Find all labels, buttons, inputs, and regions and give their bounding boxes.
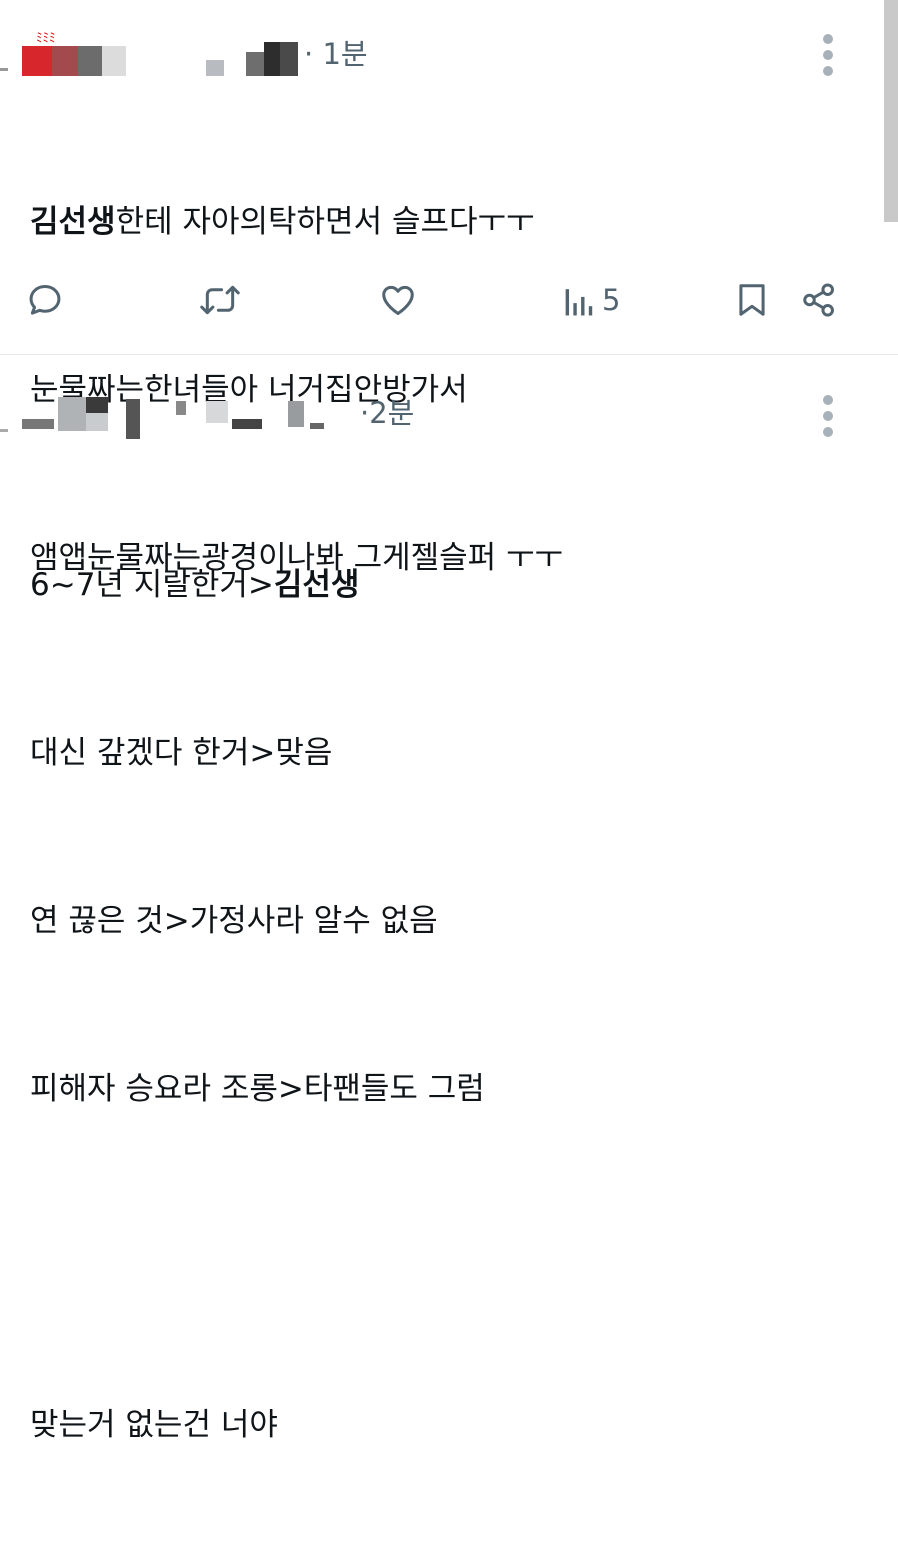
share-icon [803, 283, 834, 317]
scrollbar[interactable] [884, 0, 898, 222]
views-button[interactable]: 5 [562, 270, 620, 330]
retweet-icon [200, 285, 240, 315]
blurred-username [0, 393, 324, 439]
tweet-line: 맞는거 없는건 너야 [30, 1407, 278, 1443]
like-button[interactable] [378, 270, 418, 330]
tweet-body: 6~7년 지랄한거>김선생 대신 갚겠다 한거>맞음 연 끊은 것>가정사라 알… [30, 445, 485, 1565]
bookmark-icon [739, 284, 765, 316]
tweet-1[interactable]: ﾐﾐﾐ · 1분 김선생한테 자아의탁하면서 슬프다ㅜㅜ 눈물짜는한녀들아 너거… [0, 0, 880, 576]
tweet-header: ﾐﾐﾐ · 1분 [0, 32, 800, 76]
tweet-time[interactable]: · 1분 [304, 34, 368, 74]
like-icon [382, 285, 414, 315]
tweet-line: 6~7년 지랄한거>김선생 [30, 567, 360, 603]
reply-button[interactable] [26, 270, 64, 330]
tweet-line: 연 끊은 것>가정사라 알수 없음 [30, 903, 438, 939]
share-button[interactable] [800, 270, 838, 330]
tweet-line: 김선생한테 자아의탁하면서 슬프다ㅜㅜ [30, 204, 535, 240]
tweet-time[interactable]: ·2분 [360, 393, 414, 433]
more-icon[interactable] [818, 34, 838, 78]
tweet-header: ·2분 [0, 393, 800, 439]
retweet-button[interactable] [198, 270, 242, 330]
views-count: 5 [602, 283, 621, 317]
blurred-username: ﾐﾐﾐ [0, 32, 320, 76]
tweet-2[interactable]: ·2분 6~7년 지랄한거>김선생 대신 갚겠다 한거>맞음 연 끊은 것>가정… [0, 355, 880, 1443]
tweet-line [30, 1229, 485, 1285]
tweet-line: 대신 갚겠다 한거>맞음 [30, 735, 333, 771]
more-icon[interactable] [818, 395, 838, 439]
reply-icon [29, 285, 61, 315]
views-icon [565, 289, 593, 316]
tweet-line: 피해자 승요라 조롱>타팬들도 그럼 [30, 1071, 485, 1107]
tweet-actions: 5 [0, 270, 880, 330]
bookmark-button[interactable] [736, 270, 768, 330]
